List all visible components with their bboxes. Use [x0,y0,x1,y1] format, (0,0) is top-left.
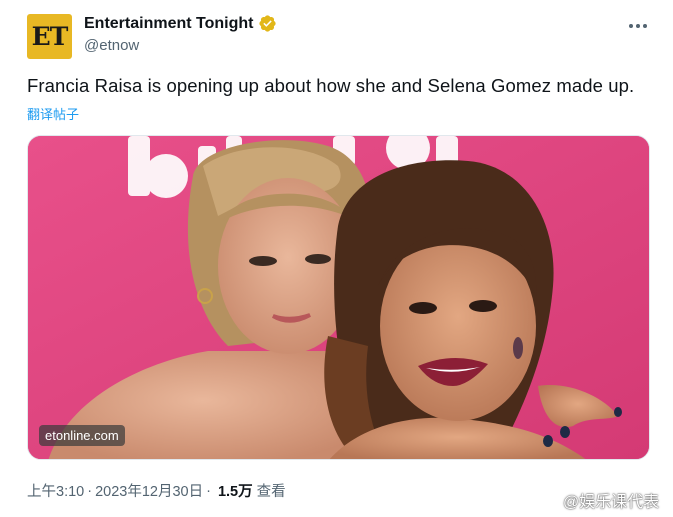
author-name-row: Entertainment Tonight [84,14,277,33]
tweet-text: Francia Raisa is opening up about how sh… [27,75,635,96]
views-label: 查看 [256,484,286,500]
views-count: 1.5万 [217,484,253,500]
more-options-button[interactable] [624,16,652,36]
avatar[interactable]: ET [27,14,72,59]
separator: · [87,482,93,499]
dot-icon [629,24,633,28]
dot-icon [636,24,640,28]
tweet-card: ET Entertainment Tonight @etnow Francia … [0,0,673,517]
translate-post-link[interactable]: 翻译帖子 [27,104,79,123]
tweet-time[interactable]: 上午3:10 [27,480,84,501]
verified-badge-icon [259,15,277,32]
weibo-watermark: @娱乐课代表 [539,488,659,512]
weibo-icon [539,493,560,509]
tweet-date[interactable]: 2023年12月30日 [95,480,203,501]
display-name[interactable]: Entertainment Tonight [84,15,253,33]
photo-illustration [28,136,649,459]
user-handle[interactable]: @etnow [84,37,139,54]
source-watermark-badge: etonline.com [39,425,125,446]
avatar-logo-text: ET [31,22,69,51]
separator: · [206,482,211,499]
watermark-text: @娱乐课代表 [563,494,660,511]
dot-icon [643,24,647,28]
tweet-meta: 上午3:10 · 2023年12月30日 · 1.5万 查看 [27,480,286,501]
tweet-photo[interactable]: etonline.com [27,135,650,460]
